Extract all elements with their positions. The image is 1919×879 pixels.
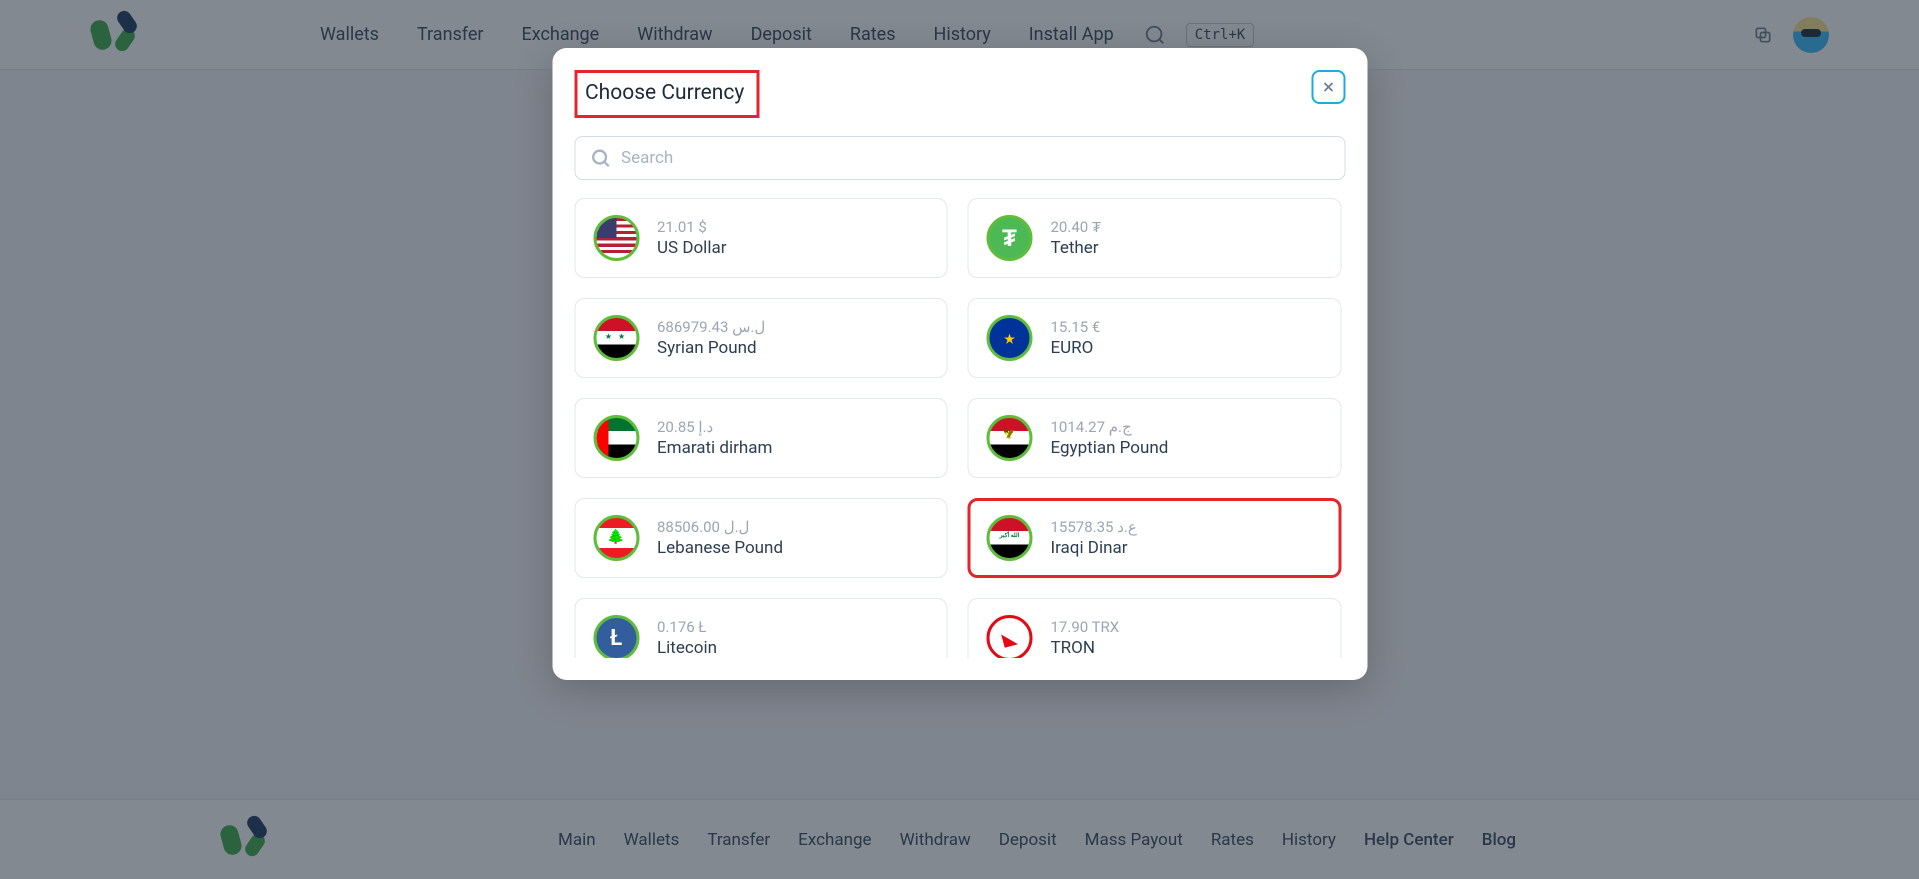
currency-card-litecoin[interactable]: 0.176 Ł Litecoin [574,598,948,658]
currency-amount: 21.01 $ [657,218,726,236]
currency-card-tether[interactable]: 20.40 ₮ Tether [968,198,1342,278]
currency-name: US Dollar [657,238,726,258]
currency-amount: 20.40 ₮ [1051,218,1102,236]
currency-info: 20.85 د.إ Emarati dirham [657,418,772,458]
currency-card-iraqi-dinar[interactable]: 15578.35 ع.د Iraqi Dinar [968,498,1342,578]
currency-name: Emarati dirham [657,438,772,458]
currency-flag-icon [593,615,639,658]
currency-flag-icon [987,315,1033,361]
currency-amount: 1014.27 ج.م [1051,418,1169,436]
currency-name: Syrian Pound [657,338,765,358]
currency-flag-icon [987,415,1033,461]
currency-flag-icon [987,215,1033,261]
search-icon [589,147,611,169]
modal-title: Choose Currency [574,70,759,118]
currency-card-egyptian-pound[interactable]: 1014.27 ج.م Egyptian Pound [968,398,1342,478]
currency-info: 15578.35 ع.د Iraqi Dinar [1051,518,1137,558]
currency-card-syrian-pound[interactable]: 686979.43 ل.س Syrian Pound [574,298,948,378]
currency-flag-icon [593,415,639,461]
currency-amount: 0.176 Ł [657,618,717,636]
currency-card-euro[interactable]: 15.15 € EURO [968,298,1342,378]
currency-name: Lebanese Pound [657,538,783,558]
currency-info: 1014.27 ج.م Egyptian Pound [1051,418,1169,458]
currency-amount: 686979.43 ل.س [657,318,765,336]
currency-info: 17.90 TRX TRON [1051,618,1120,658]
currency-name: Tether [1051,238,1102,258]
currency-flag-icon [593,515,639,561]
currency-card-lebanese-pound[interactable]: 88506.00 ل.ل Lebanese Pound [574,498,948,578]
currency-info: 0.176 Ł Litecoin [657,618,717,658]
currency-flag-icon [593,215,639,261]
currency-name: Iraqi Dinar [1051,538,1137,558]
currency-modal: Choose Currency 21.01 $ US Dollar 20.40 ₮ T… [552,48,1367,680]
currency-flag-icon [593,315,639,361]
search-input[interactable] [621,148,1330,168]
currency-name: Litecoin [657,638,717,658]
currency-amount: 17.90 TRX [1051,618,1120,636]
currency-amount: 15.15 € [1051,318,1101,336]
currency-amount: 20.85 د.إ [657,418,772,436]
currency-card-us-dollar[interactable]: 21.01 $ US Dollar [574,198,948,278]
modal-header: Choose Currency [574,70,1345,118]
currency-amount: 15578.35 ع.د [1051,518,1137,536]
currency-name: EURO [1051,338,1101,358]
search-box [574,136,1345,180]
currency-info: 686979.43 ل.س Syrian Pound [657,318,765,358]
currency-name: TRON [1051,638,1120,658]
currency-info: 20.40 ₮ Tether [1051,218,1102,258]
currency-card-emarati-dirham[interactable]: 20.85 د.إ Emarati dirham [574,398,948,478]
currency-amount: 88506.00 ل.ل [657,518,783,536]
currency-grid: 21.01 $ US Dollar 20.40 ₮ Tether 686979.43 ل… [574,198,1341,658]
currency-name: Egyptian Pound [1051,438,1169,458]
currency-info: 15.15 € EURO [1051,318,1101,358]
close-icon [1320,79,1336,95]
currency-list-scroll[interactable]: 21.01 $ US Dollar 20.40 ₮ Tether 686979.43 ل… [574,198,1345,658]
currency-flag-icon [987,515,1033,561]
currency-info: 88506.00 ل.ل Lebanese Pound [657,518,783,558]
close-button[interactable] [1311,70,1345,104]
currency-info: 21.01 $ US Dollar [657,218,726,258]
currency-card-tron[interactable]: 17.90 TRX TRON [968,598,1342,658]
currency-flag-icon [987,615,1033,658]
